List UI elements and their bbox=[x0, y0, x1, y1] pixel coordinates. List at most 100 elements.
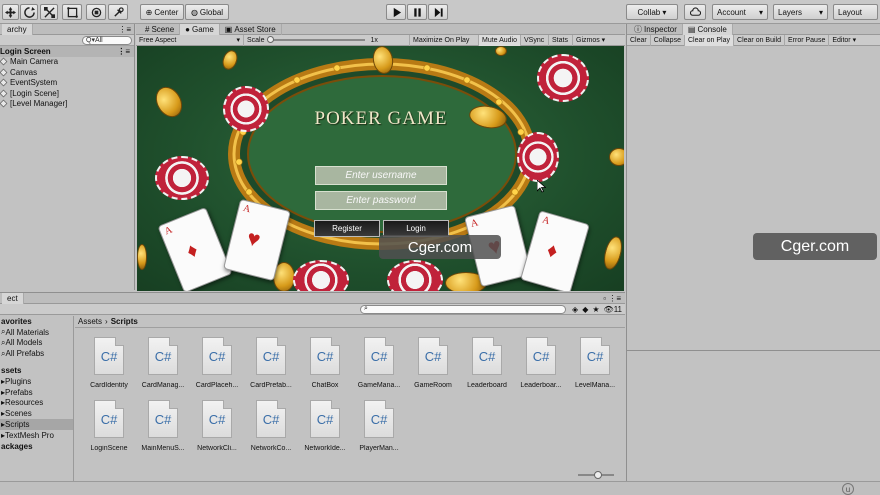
breadcrumb-item[interactable]: Assets bbox=[78, 317, 102, 326]
script-asset-label: LoginScene bbox=[90, 445, 128, 452]
tab-console[interactable]: ▤ Console bbox=[682, 23, 733, 35]
scale-slider[interactable]: Scale 1x bbox=[244, 35, 409, 46]
scene-menu-icon[interactable]: ⋮≡ bbox=[117, 47, 130, 56]
tab-scene[interactable]: # Scene bbox=[140, 23, 181, 35]
transform-tool-button[interactable] bbox=[86, 4, 106, 20]
gizmos-dropdown[interactable]: Gizmos ▾ bbox=[573, 35, 611, 46]
csharp-script-icon: C# bbox=[256, 337, 286, 375]
play-button[interactable] bbox=[386, 4, 406, 20]
scale-slider-thumb[interactable] bbox=[266, 36, 274, 43]
script-asset[interactable]: C# CardIdentity bbox=[82, 337, 136, 389]
script-asset[interactable]: C# GameRoom bbox=[406, 337, 460, 389]
tab-game[interactable]: ● Game bbox=[180, 23, 220, 35]
project-tab[interactable]: ect bbox=[2, 292, 24, 304]
packages-heading[interactable]: ackages bbox=[0, 441, 73, 452]
tab-asset-store[interactable]: ▣ Asset Store bbox=[220, 23, 282, 35]
collab-button[interactable]: Collab ▾ bbox=[626, 4, 678, 20]
hand-tool-button[interactable] bbox=[2, 4, 19, 20]
account-dropdown[interactable]: Account ▾ bbox=[712, 4, 768, 20]
favorite-item[interactable]: ⌕ All Prefabs bbox=[0, 348, 73, 359]
register-button[interactable]: Register bbox=[314, 220, 380, 237]
breadcrumb-item-current[interactable]: Scripts bbox=[111, 317, 138, 326]
pivot-center-button[interactable]: ⊕ Center bbox=[140, 4, 184, 20]
poker-chip bbox=[155, 156, 209, 200]
folder-item[interactable]: ▸ Prefabs bbox=[0, 387, 73, 398]
layers-dropdown[interactable]: Layers ▾ bbox=[773, 4, 828, 20]
script-asset[interactable]: C# CardManag... bbox=[136, 337, 190, 389]
script-asset[interactable]: C# Leaderboard bbox=[460, 337, 514, 389]
username-input[interactable]: Enter username bbox=[315, 166, 447, 185]
script-asset[interactable]: C# NetworkIde... bbox=[298, 400, 352, 452]
rotate-tool-button[interactable] bbox=[20, 4, 38, 20]
console-clear-on-play-button[interactable]: Clear on Play bbox=[684, 34, 735, 46]
folder-item[interactable]: ▸ Plugins bbox=[0, 376, 73, 387]
assets-heading[interactable]: ssets bbox=[0, 365, 73, 376]
script-asset[interactable]: C# Leaderboar... bbox=[514, 337, 568, 389]
panel-menu-icon[interactable]: ▫ ⋮≡ bbox=[603, 294, 621, 303]
folder-item-selected[interactable]: ▸ Scripts bbox=[0, 419, 73, 430]
favorite-item[interactable]: ⌕ All Materials bbox=[0, 327, 73, 338]
hierarchy-tab[interactable]: archy bbox=[2, 23, 33, 35]
rect-tool-button[interactable] bbox=[62, 4, 82, 20]
console-editor-dropdown[interactable]: Editor ▾ bbox=[829, 35, 859, 46]
label-icon[interactable]: ◆ bbox=[582, 305, 588, 314]
custom-tool-button[interactable] bbox=[108, 4, 128, 20]
step-button[interactable] bbox=[428, 4, 448, 20]
script-asset[interactable]: C# LevelMana... bbox=[568, 337, 622, 389]
script-asset[interactable]: C# MainMenuS... bbox=[136, 400, 190, 452]
tab-scene-label: Scene bbox=[151, 24, 175, 34]
vsync-toggle[interactable]: VSync bbox=[521, 34, 549, 46]
project-search-input[interactable]: ⌕ bbox=[360, 304, 567, 314]
gizmos-label: Gizmos ▾ bbox=[576, 37, 606, 44]
panel-menu-icon[interactable]: ⋮≡ bbox=[118, 25, 131, 34]
status-bar: u bbox=[0, 481, 880, 495]
script-asset[interactable]: C# LoginScene bbox=[82, 400, 136, 452]
scale-tool-button[interactable] bbox=[40, 4, 58, 20]
gold-coin bbox=[137, 244, 147, 270]
folder-item[interactable]: ▸ Resources bbox=[0, 398, 73, 409]
script-asset[interactable]: C# PlayerMan... bbox=[352, 400, 406, 452]
hierarchy-item[interactable]: EventSystem bbox=[0, 78, 134, 89]
hierarchy-search-input[interactable]: Q▾All bbox=[82, 35, 132, 45]
script-asset[interactable]: C# GameMana... bbox=[352, 337, 406, 389]
tab-inspector[interactable]: ⓘ Inspector bbox=[629, 23, 683, 35]
hierarchy-item[interactable]: [Level Manager] bbox=[0, 99, 134, 110]
playing-card: A ♦ bbox=[157, 206, 233, 291]
console-error-pause-button[interactable]: Error Pause bbox=[785, 34, 830, 46]
filter-type-icon[interactable]: ◈ bbox=[572, 305, 578, 314]
scale-slider-track[interactable] bbox=[266, 36, 365, 43]
console-collapse-button[interactable]: Collapse bbox=[651, 34, 685, 46]
console-clear-button[interactable]: Clear bbox=[627, 34, 651, 46]
folder-item[interactable]: ▸ TextMesh Pro bbox=[0, 430, 73, 441]
favorite-item[interactable]: ⌕ All Models bbox=[0, 338, 73, 349]
layout-dropdown[interactable]: Layout bbox=[833, 4, 878, 20]
hierarchy-item[interactable]: Main Camera bbox=[0, 57, 134, 68]
hierarchy-item[interactable]: [Login Scene] bbox=[0, 88, 134, 99]
gameobject-icon bbox=[0, 89, 8, 98]
favorites-heading[interactable]: avorites bbox=[0, 316, 73, 327]
aspect-dropdown[interactable]: Free Aspect ▾ bbox=[136, 34, 244, 46]
icon-size-slider-thumb[interactable] bbox=[594, 471, 602, 479]
star-icon[interactable]: ★ bbox=[592, 305, 599, 314]
pivot-global-button[interactable]: ◍ Global bbox=[185, 4, 229, 20]
game-view[interactable]: A ♦ A ♥ A ♥ A ♦ POKER GAME Enter usernam… bbox=[137, 46, 624, 291]
script-asset[interactable]: C# NetworkCo... bbox=[244, 400, 298, 452]
hierarchy-item[interactable]: Canvas bbox=[0, 67, 134, 78]
pause-button[interactable] bbox=[407, 4, 427, 20]
icon-size-slider[interactable] bbox=[578, 471, 614, 479]
stats-toggle[interactable]: Stats bbox=[549, 34, 573, 46]
console-clear-on-build-button[interactable]: Clear on Build bbox=[734, 34, 785, 46]
script-asset[interactable]: C# CardPrefab... bbox=[244, 337, 298, 389]
hierarchy-item-label: [Login Scene] bbox=[10, 88, 59, 98]
script-asset[interactable]: C# CardPlaceh... bbox=[190, 337, 244, 389]
password-input[interactable]: Enter password bbox=[315, 191, 447, 210]
folder-item[interactable]: ▸ Scenes bbox=[0, 408, 73, 419]
project-search-bar: ⌕ ◈ ◆ ★ 👁11 bbox=[0, 304, 625, 315]
script-asset[interactable]: C# ChatBox bbox=[298, 337, 352, 389]
mute-audio-toggle[interactable]: Mute Audio bbox=[479, 34, 521, 46]
visibility-badge[interactable]: 👁11 bbox=[604, 305, 622, 314]
cloud-button[interactable] bbox=[684, 4, 706, 20]
scene-header[interactable]: Login Screen ⋮≡ bbox=[0, 46, 134, 57]
maximize-on-play-toggle[interactable]: Maximize On Play bbox=[409, 34, 479, 46]
script-asset[interactable]: C# NetworkCli... bbox=[190, 400, 244, 452]
